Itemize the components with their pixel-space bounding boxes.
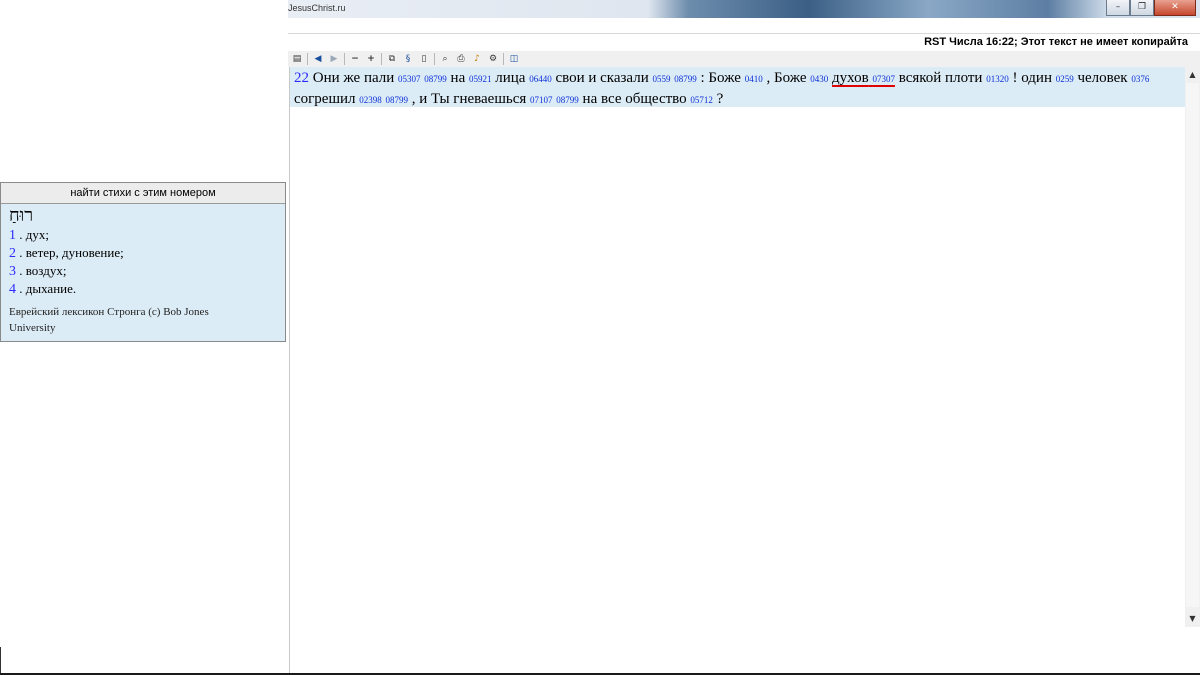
layout-icon[interactable]: ◫ xyxy=(508,53,520,65)
toolbar-separator xyxy=(434,53,435,65)
strongs-icon[interactable]: § xyxy=(402,53,414,65)
definition-text: . дух; xyxy=(19,227,49,242)
window-title: JesusChrist.ru xyxy=(288,3,346,13)
definition-number: 1 xyxy=(9,228,16,243)
window-edge xyxy=(0,647,1,675)
close-button[interactable]: ✕ xyxy=(1154,0,1196,16)
definition-line: 3 . воздух; xyxy=(9,262,277,280)
verse-word: согрешил xyxy=(294,91,356,107)
verse-word: человек xyxy=(1077,70,1128,86)
definition-text: . дыхание. xyxy=(19,281,77,296)
strongs-popup: найти стихи с этим номером רוּחַ 1 . дух… xyxy=(0,182,286,342)
reference-title: RST Числа 16:22; Этот текст не имеет коп… xyxy=(924,36,1188,48)
definition-text: . ветер, дуновение; xyxy=(19,245,124,260)
definition-text: . воздух; xyxy=(19,263,67,278)
audio-icon[interactable]: ♪ xyxy=(471,53,483,65)
definition-number: 4 xyxy=(9,282,16,297)
verse-word: : Боже xyxy=(700,70,741,86)
verse-word: духов xyxy=(832,70,869,86)
main-window: JesusChrist.ru – ❐ ✕ RST Числа 16:22; Эт… xyxy=(288,0,1200,675)
verse-word: ! один xyxy=(1012,70,1052,86)
definition-line: 1 . дух; xyxy=(9,226,277,244)
window-controls: – ❐ ✕ xyxy=(1106,0,1196,16)
strongs-number[interactable]: 05921 xyxy=(469,74,492,84)
toolbar-separator xyxy=(344,53,345,65)
popup-body: רוּחַ 1 . дух; 2 . ветер, дуновение; 3 .… xyxy=(1,204,285,338)
strongs-number[interactable]: 0410 xyxy=(745,74,763,84)
panel-icon[interactable]: ▤ xyxy=(291,53,303,65)
strongs-number[interactable]: 05712 xyxy=(690,95,713,105)
verse-word: ? xyxy=(716,91,724,107)
forward-arrow-icon[interactable]: ▶ xyxy=(328,53,340,65)
verse-word: на xyxy=(450,70,466,86)
strongs-number[interactable]: 02398 xyxy=(359,95,382,105)
settings-icon[interactable]: ⚙ xyxy=(487,53,499,65)
zoom-out-icon[interactable]: − xyxy=(349,53,361,65)
copy-icon[interactable]: ⧉ xyxy=(386,53,398,65)
definition-number: 3 xyxy=(9,264,16,279)
lexicon-copyright: Еврейский лексикон Стронга (c) Bob Jones… xyxy=(9,306,209,334)
definition-line: 2 . ветер, дуновение; xyxy=(9,244,277,262)
strongs-number[interactable]: 0259 xyxy=(1056,74,1074,84)
document-icon[interactable]: ▯ xyxy=(418,53,430,65)
minimize-button[interactable]: – xyxy=(1106,0,1130,16)
toolbar-separator xyxy=(381,53,382,65)
text-pane[interactable]: 22 Они же пали 05307 08799 на 05921 лица… xyxy=(289,67,1187,675)
find-verses-button[interactable]: найти стихи с этим номером xyxy=(1,183,285,204)
morph-number[interactable]: 08799 xyxy=(556,95,579,105)
verse-word: свои и сказали xyxy=(555,70,649,86)
scroll-up-icon[interactable]: ▲ xyxy=(1185,67,1200,82)
highlighted-word[interactable]: духов 07307 xyxy=(832,70,895,86)
scrollbar-tail xyxy=(1185,627,1200,675)
vertical-scrollbar[interactable]: ▲ ▼ xyxy=(1185,67,1200,675)
strongs-number[interactable]: 0376 xyxy=(1131,74,1149,84)
morph-number[interactable]: 08799 xyxy=(424,74,447,84)
strongs-number[interactable]: 0430 xyxy=(810,74,828,84)
title-bar[interactable]: JesusChrist.ru – ❐ ✕ xyxy=(288,0,1200,18)
toolbar-separator xyxy=(503,53,504,65)
verse-word: , Боже xyxy=(766,70,807,86)
verse-word: на все общество xyxy=(582,91,687,107)
definition-number: 2 xyxy=(9,246,16,261)
morph-number[interactable]: 08799 xyxy=(674,74,697,84)
print-icon[interactable]: ⎙ xyxy=(455,53,467,65)
preview-icon[interactable]: ⌕ xyxy=(439,53,451,65)
back-arrow-icon[interactable]: ◀ xyxy=(312,53,324,65)
strongs-number[interactable]: 07107 xyxy=(530,95,553,105)
strongs-number[interactable]: 05307 xyxy=(398,74,421,84)
verse-word: , и Ты гневаешься xyxy=(411,91,527,107)
verse-number[interactable]: 22 xyxy=(294,70,309,86)
toolbar-separator xyxy=(307,53,308,65)
hebrew-word: רוּחַ xyxy=(9,205,34,226)
scroll-thumb[interactable] xyxy=(1186,83,1199,607)
verse-word: Они же пали xyxy=(312,70,395,86)
definition-line: 4 . дыхание. xyxy=(9,280,277,298)
verse-word: всякой плоти xyxy=(898,70,983,86)
reference-header: RST Числа 16:22; Этот текст не имеет коп… xyxy=(288,33,1200,53)
morph-number[interactable]: 08799 xyxy=(386,95,409,105)
zoom-in-icon[interactable]: + xyxy=(365,53,377,65)
verse-word: лица xyxy=(495,70,526,86)
toolbar: ▤ ◀ ▶ − + ⧉ § ▯ ⌕ ⎙ ♪ ⚙ ◫ xyxy=(288,51,1200,67)
strongs-number[interactable]: 06440 xyxy=(529,74,552,84)
strongs-number-selected[interactable]: 07307 xyxy=(872,74,895,84)
verse-block: 22 Они же пали 05307 08799 на 05921 лица… xyxy=(290,67,1187,107)
strongs-number[interactable]: 01320 xyxy=(986,74,1009,84)
strongs-number[interactable]: 0559 xyxy=(652,74,670,84)
restore-button[interactable]: ❐ xyxy=(1130,0,1154,16)
scroll-down-icon[interactable]: ▼ xyxy=(1185,611,1200,626)
